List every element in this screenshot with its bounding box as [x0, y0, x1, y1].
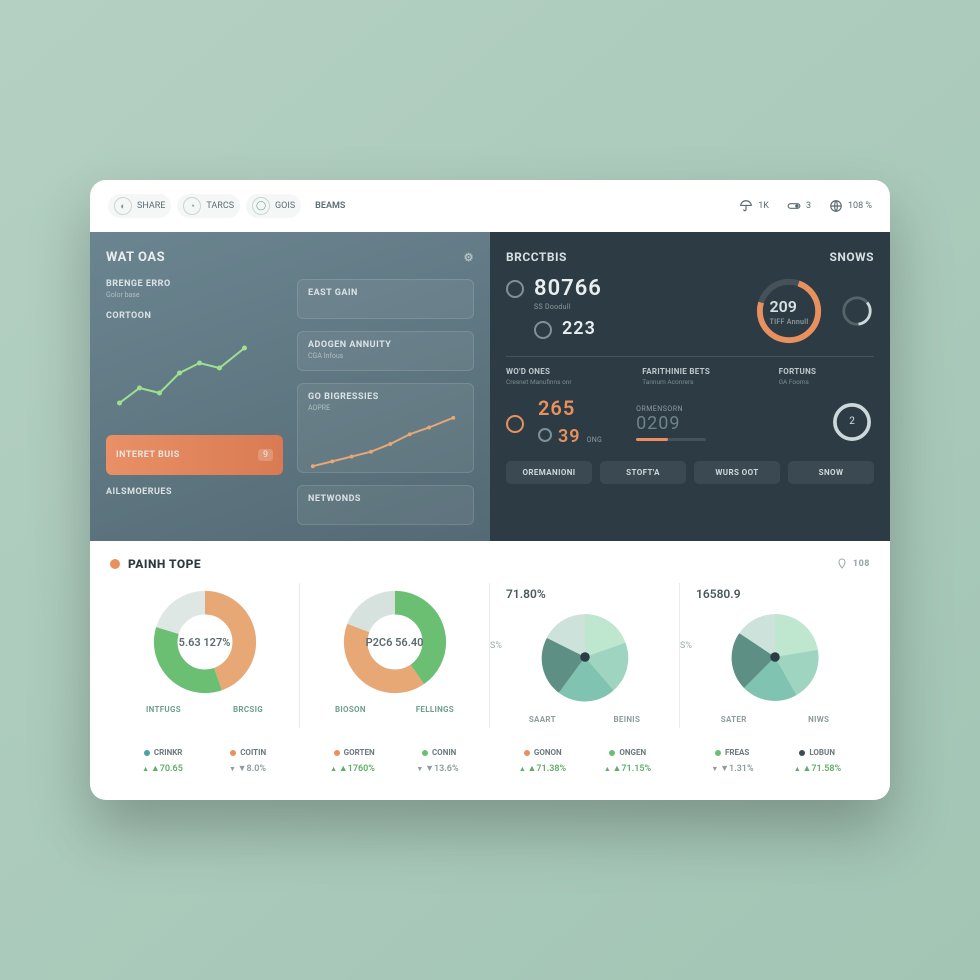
donut-chart-0: 5.63 127% [150, 587, 260, 697]
ring-icon: ◯ [252, 197, 270, 215]
bullet-icon [110, 559, 120, 569]
panel-brcctbis: BRCCTBISSNOWS 80766 SS Doodull 223 [490, 232, 890, 541]
tile-0[interactable]: EAST GAIN [297, 279, 474, 319]
stat-big1: 80766 [534, 276, 602, 301]
btn-3[interactable]: SNOW [788, 461, 874, 484]
nav-item-0[interactable]: ◐SHARE [108, 194, 171, 218]
chart-cell-0: 5.63 127% INTFUGSBRCSIG [110, 583, 300, 728]
top-nav: ◐SHARE ◔TARCS ◯GOIS BEAMS 1K 3 108 % [90, 180, 890, 232]
tile-1[interactable]: ADOGEN ANNUITYCGA Infous [297, 331, 474, 371]
nav-item-1[interactable]: ◔TARCS [177, 194, 240, 218]
active-badge: 9 [258, 449, 273, 461]
pie-chart-0 [535, 607, 635, 707]
bottom-section: PAINH TOPE 108 5.63 127% INTFUGSBRCSIG [90, 541, 890, 800]
circle-icon: ◔ [183, 197, 201, 215]
ring-icon [506, 280, 524, 298]
tile-3[interactable]: NETWONDS [297, 485, 474, 525]
nav-stat-0[interactable]: 1K [739, 199, 769, 213]
progress-meter [636, 438, 706, 441]
nav-stat-2[interactable]: 108 % [829, 199, 872, 213]
nav-stat-1[interactable]: 3 [787, 199, 811, 213]
nav-item-2[interactable]: ◯GOIS [246, 194, 301, 218]
dashboard-card: ◐SHARE ◔TARCS ◯GOIS BEAMS 1K 3 108 % WAT… [90, 180, 890, 800]
stat-big2: 223 [562, 318, 596, 339]
ghost-number: 0209 [636, 413, 706, 434]
small-ring-2: 2 [830, 400, 874, 444]
tile-2[interactable]: GO BIGRESSIESAOPRE [297, 383, 474, 473]
panel-left-footer: AILSMOERUES [106, 487, 283, 497]
chart-cell-1: P2C6 56.40 BIOSONFELLINGS [300, 583, 490, 728]
ring-icon [534, 321, 552, 339]
panel-left-title: WAT OAS [106, 250, 165, 265]
line-chart-b [308, 412, 463, 472]
nav-item-3[interactable]: BEAMS [307, 198, 353, 214]
btn-1[interactable]: STOFT'A [600, 461, 686, 484]
chart-cell-3: 16580.9 S% SATERNIWS [680, 583, 870, 728]
globe-icon [829, 199, 843, 213]
chart-cell-2: 71.80% S% SAARTBEINIS [490, 583, 680, 728]
stat-39: 39 [558, 426, 581, 447]
block-head-0: BRENGE ERRO [106, 279, 283, 289]
pin-icon [836, 558, 848, 570]
bottom-info[interactable]: 108 [836, 558, 870, 570]
pie-chart-1 [725, 607, 825, 707]
line-chart-a [106, 333, 283, 423]
avatar-icon: ◐ [114, 197, 132, 215]
small-ring [840, 294, 874, 328]
btn-2[interactable]: WURS OOT [694, 461, 780, 484]
donut-chart-1: P2C6 56.40 [340, 587, 450, 697]
btn-0[interactable]: OREMANIONI [506, 461, 592, 484]
umbrella-icon [739, 199, 753, 213]
bottom-title: PAINH TOPE [128, 557, 201, 571]
ring-icon [506, 415, 524, 433]
panel-wat-oas: WAT OAS⚙ BRENGE ERRO Golor base CORTOON … [90, 232, 490, 541]
tile-active[interactable]: INTERET BUIS 9 [106, 435, 283, 475]
block-head-1: CORTOON [106, 311, 283, 321]
toggle-icon [787, 199, 801, 213]
donut-209: 209TIFF Annull [754, 276, 824, 346]
ring-icon [538, 428, 552, 442]
stat-265: 265 [538, 396, 602, 420]
gear-icon[interactable]: ⚙ [464, 251, 474, 264]
